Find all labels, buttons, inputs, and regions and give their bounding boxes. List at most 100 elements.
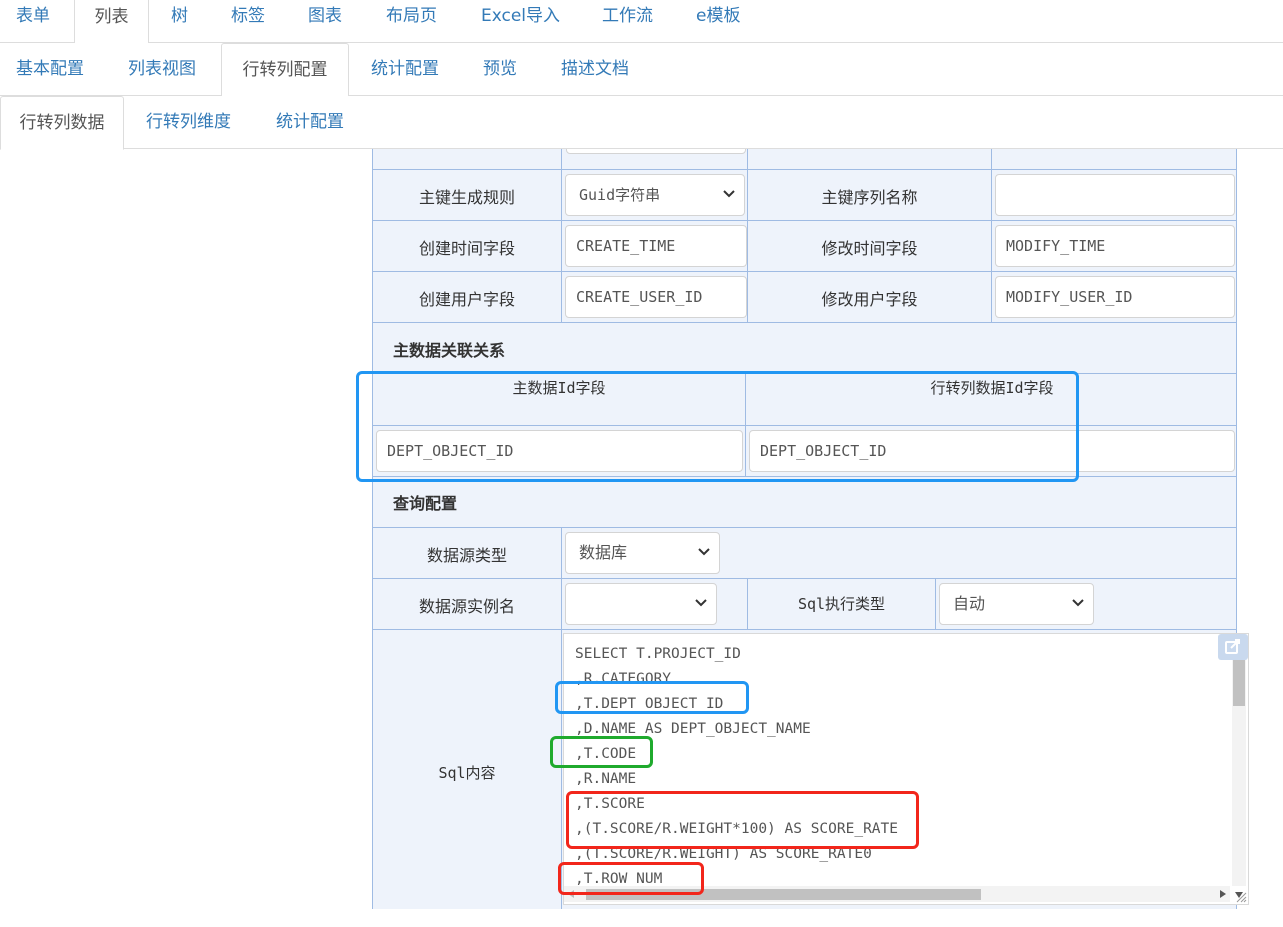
vertical-scroll-thumb[interactable] — [1233, 656, 1245, 706]
chevron-down-icon — [722, 175, 736, 215]
sql-exec-label: Sql执行类型 — [797, 595, 886, 613]
scroll-left-arrow-icon[interactable] — [568, 890, 574, 898]
sql-code[interactable]: SELECT T.PROJECT_ID ,R.CATEGORY ,T.DEPT_OB… — [575, 642, 898, 892]
tab-pivot-stat-config[interactable]: 统计配置 — [276, 96, 344, 149]
master-id-label: 主数据Id字段 — [512, 379, 606, 397]
tab-chart[interactable]: 图表 — [308, 0, 342, 43]
modify-user-value-cell: MODIFY_USER_ID — [992, 272, 1236, 323]
sql-line: ,T.CODE — [575, 746, 637, 762]
pivot-id-value-cell: DEPT_OBJECT_ID — [746, 426, 1236, 477]
create-user-label: 创建用户字段 — [418, 290, 515, 309]
create-time-input[interactable]: CREATE_TIME — [565, 225, 747, 267]
sql-content-label-cell: Sql内容 — [373, 630, 562, 909]
tab-excel-import[interactable]: Excel导入 — [481, 0, 560, 43]
sql-content-label: Sql内容 — [438, 764, 496, 782]
tab-stat-config[interactable]: 统计配置 — [371, 43, 439, 96]
cut-row-label-cell — [373, 149, 562, 170]
tab-list-view[interactable]: 列表视图 — [128, 43, 196, 96]
ds-type-value-cell: 数据库 — [562, 528, 1236, 579]
sql-exec-value-cell: 自动 — [936, 579, 1236, 630]
ds-instance-label: 数据源实例名 — [418, 597, 515, 616]
sql-exec-label-cell: Sql执行类型 — [748, 579, 936, 630]
relation-section-header: 主数据关联关系 — [373, 323, 1236, 374]
sql-line: ,T.DEPT_OBJECT_ID — [575, 696, 724, 712]
cut-row-label-cell-2 — [748, 149, 992, 170]
pk-rule-label: 主键生成规则 — [418, 188, 515, 207]
top-tabbar: 表单 列表 树 标签 图表 布局页 Excel导入 工作流 e模板 — [0, 0, 1283, 44]
query-section-title: 查询配置 — [393, 494, 458, 513]
pk-rule-label-cell: 主键生成规则 — [373, 170, 562, 221]
pivot-id-label: 行转列数据Id字段 — [930, 379, 1054, 397]
tab-form[interactable]: 表单 — [16, 0, 50, 43]
create-user-input[interactable]: CREATE_USER_ID — [565, 276, 747, 318]
create-time-value-cell: CREATE_TIME — [562, 221, 748, 272]
pk-rule-select[interactable]: Guid字符串 — [565, 174, 745, 216]
relation-section-title: 主数据关联关系 — [393, 341, 506, 360]
tab-list[interactable]: 列表 — [74, 0, 149, 44]
tab-layout[interactable]: 布局页 — [386, 0, 437, 43]
sql-line: ,(T.SCORE/R.WEIGHT) AS SCORE_RATE0 — [575, 846, 872, 862]
modify-time-label: 修改时间字段 — [821, 239, 918, 258]
tab-pivot-config[interactable]: 行转列配置 — [221, 43, 349, 97]
sql-exec-select[interactable]: 自动 — [939, 583, 1094, 625]
ds-instance-select[interactable] — [565, 583, 717, 625]
tab-tree[interactable]: 树 — [171, 0, 188, 43]
sql-editor[interactable]: SELECT T.PROJECT_ID ,R.CATEGORY ,T.DEPT_OB… — [563, 633, 1249, 905]
ds-type-select-value: 数据库 — [579, 543, 628, 562]
pk-seq-value-cell — [992, 170, 1236, 221]
sql-line: ,(T.SCORE/R.WEIGHT*100) AS SCORE_RATE — [575, 821, 899, 837]
ds-type-label: 数据源类型 — [426, 546, 507, 565]
sql-line: ,T.SCORE — [575, 796, 645, 812]
tab-pivot-dimension[interactable]: 行转列维度 — [146, 96, 231, 149]
sql-line: ,D.NAME AS DEPT_OBJECT_NAME — [575, 721, 811, 737]
sql-line: ,R.NAME — [575, 771, 637, 787]
ds-type-select[interactable]: 数据库 — [565, 532, 720, 574]
edit-external-icon — [1225, 639, 1240, 654]
create-time-label-cell: 创建时间字段 — [373, 221, 562, 272]
master-id-input[interactable]: DEPT_OBJECT_ID — [376, 430, 743, 472]
chevron-down-icon — [694, 584, 708, 624]
sql-vertical-scrollbar[interactable] — [1232, 654, 1246, 898]
tab-preview[interactable]: 预览 — [483, 43, 517, 96]
sql-line: ,R.CATEGORY — [575, 671, 672, 687]
config-tabbar: 基本配置 列表视图 行转列配置 统计配置 预览 描述文档 — [0, 43, 1283, 97]
modify-user-label: 修改用户字段 — [821, 290, 918, 309]
chevron-down-icon — [1071, 584, 1085, 624]
tab-basic-config[interactable]: 基本配置 — [16, 43, 84, 96]
sql-exec-select-value: 自动 — [953, 594, 986, 613]
pivot-id-label-cell: 行转列数据Id字段 — [746, 374, 1236, 426]
create-time-label: 创建时间字段 — [418, 239, 515, 258]
resize-handle-icon[interactable] — [1235, 891, 1247, 903]
create-user-value-cell: CREATE_USER_ID — [562, 272, 748, 323]
modify-user-input[interactable]: MODIFY_USER_ID — [995, 276, 1235, 318]
pk-rule-select-value: Guid字符串 — [579, 186, 661, 204]
pk-rule-value-cell: Guid字符串 — [562, 170, 748, 221]
scroll-right-arrow-icon[interactable] — [1220, 890, 1226, 898]
master-id-label-cell: 主数据Id字段 — [373, 374, 746, 426]
fullscreen-edit-button[interactable] — [1218, 634, 1248, 660]
ds-instance-value-cell — [562, 579, 748, 630]
pk-seq-label-cell: 主键序列名称 — [748, 170, 992, 221]
master-id-value-cell: DEPT_OBJECT_ID — [373, 426, 746, 477]
cut-row-input[interactable] — [566, 149, 746, 154]
pivot-id-input[interactable]: DEPT_OBJECT_ID — [749, 430, 1235, 472]
ds-instance-label-cell: 数据源实例名 — [373, 579, 562, 630]
pivot-tabbar: 行转列数据 行转列维度 统计配置 — [0, 96, 1283, 150]
pk-seq-input[interactable] — [995, 174, 1235, 216]
modify-time-label-cell: 修改时间字段 — [748, 221, 992, 272]
cut-row-value-cell-2 — [992, 149, 1236, 170]
tab-workflow[interactable]: 工作流 — [602, 0, 653, 43]
horizontal-scroll-thumb[interactable] — [586, 889, 981, 900]
chevron-down-icon — [697, 533, 711, 573]
query-section-header: 查询配置 — [373, 477, 1236, 528]
sql-line: SELECT T.PROJECT_ID — [575, 646, 741, 662]
modify-user-label-cell: 修改用户字段 — [748, 272, 992, 323]
modify-time-value-cell: MODIFY_TIME — [992, 221, 1236, 272]
sql-horizontal-scrollbar[interactable] — [564, 886, 1230, 902]
tab-e-template[interactable]: e模板 — [696, 0, 740, 43]
tab-label[interactable]: 标签 — [231, 0, 265, 43]
tab-pivot-data[interactable]: 行转列数据 — [0, 96, 124, 150]
modify-time-input[interactable]: MODIFY_TIME — [995, 225, 1235, 267]
create-user-label-cell: 创建用户字段 — [373, 272, 562, 323]
tab-description-doc[interactable]: 描述文档 — [561, 43, 629, 96]
